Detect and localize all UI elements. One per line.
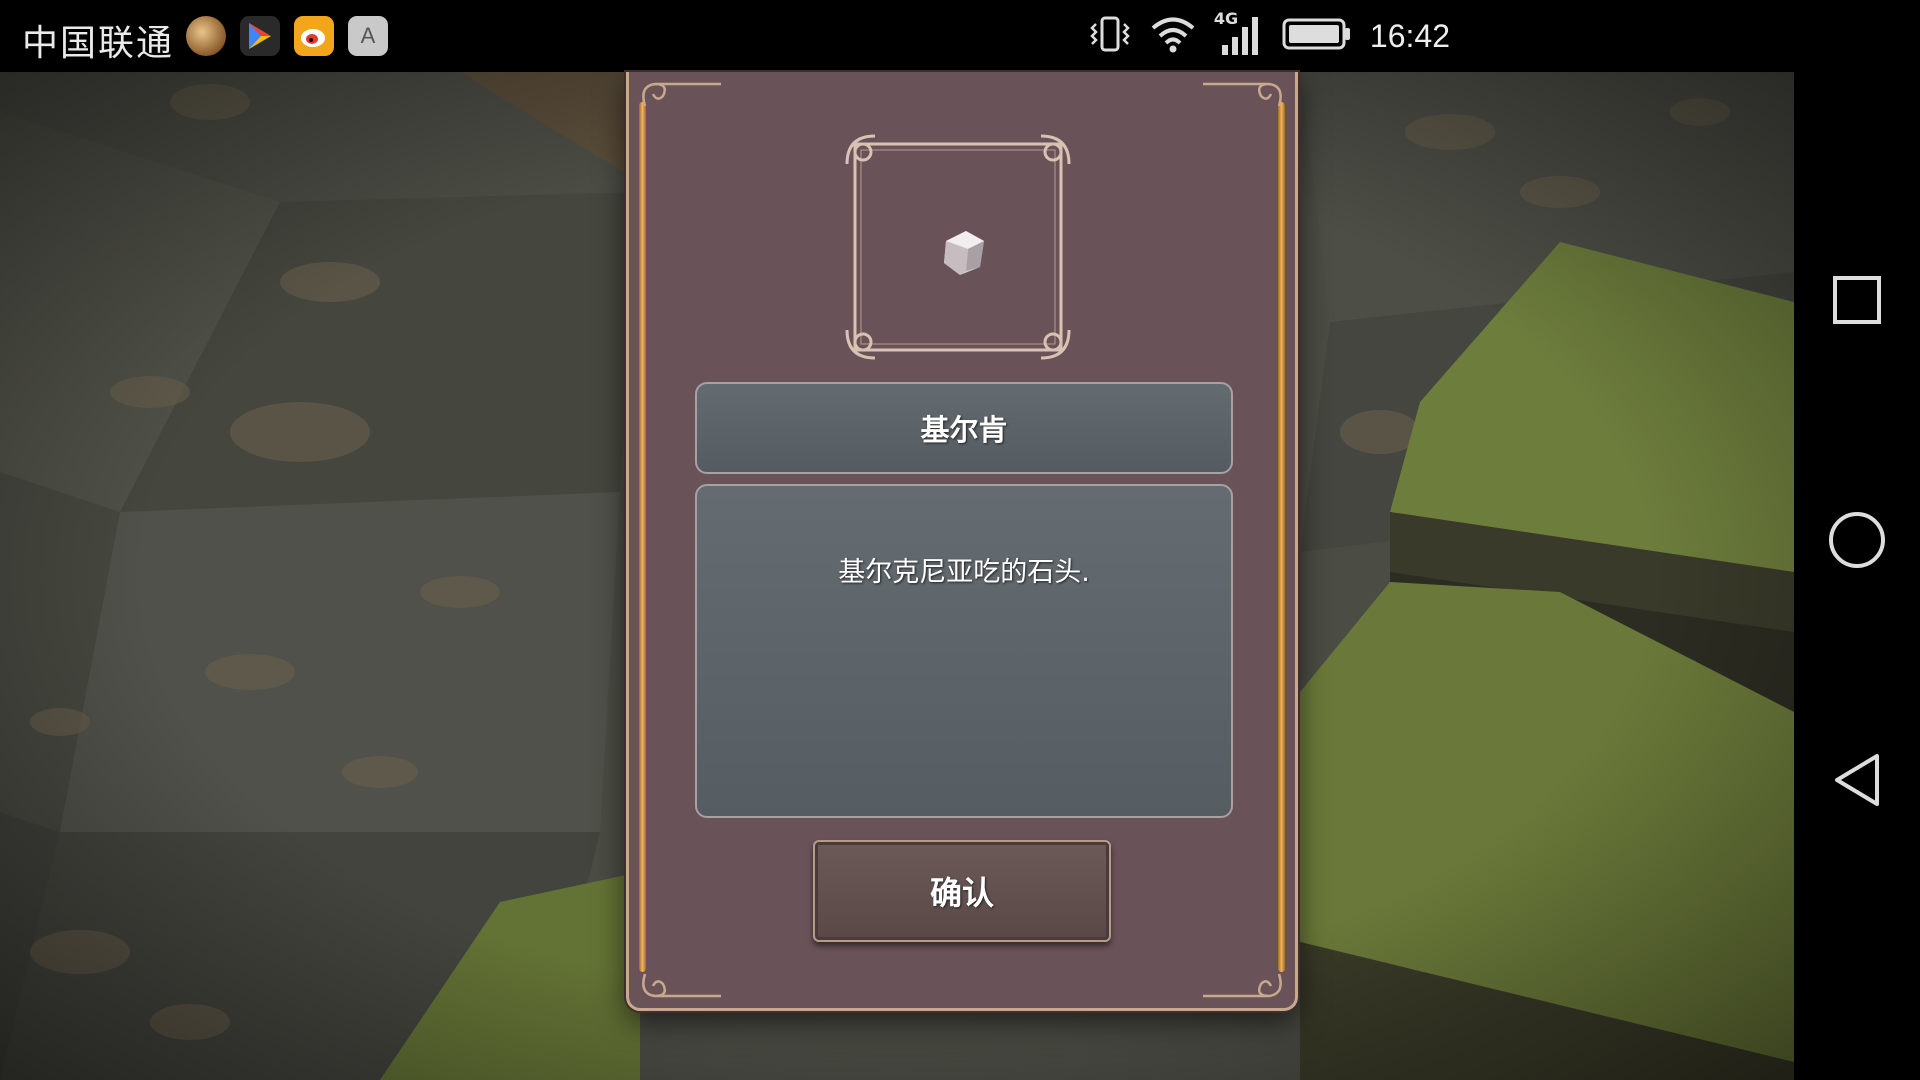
status-indicators: 4G 16:42 [1088,9,1450,62]
stone-icon [938,227,988,283]
font-app-icon: A [348,16,388,56]
item-info-dialog: 基尔肯 基尔克尼亚吃的石头. 确认 [626,72,1298,1011]
carrier-name: 中国联通 [22,23,175,64]
ornament-bottom-left [642,973,721,998]
item-name: 基尔肯 [920,413,1008,447]
left-gold-trim [639,102,646,972]
battery-icon [1282,17,1352,55]
vibrate-icon [1088,14,1132,58]
home-icon [1829,512,1885,568]
ornament-bottom-right [1203,973,1282,998]
wifi-icon [1150,15,1196,57]
cellular-signal-icon: 4G [1213,9,1264,61]
clock: 16:42 [1369,17,1450,54]
item-name-panel: 基尔肯 [695,382,1233,474]
navigation-bar [1794,0,1920,1080]
home-button[interactable] [1827,510,1887,570]
back-icon [1835,754,1879,806]
network-type-label: 4G [1213,9,1239,28]
weibo-icon [294,16,334,56]
status-bar: 中国联通 A 4G 16:42 [0,0,1920,72]
recent-apps-icon [1833,276,1881,324]
game-app-icon [186,16,226,56]
back-button[interactable] [1827,750,1887,810]
right-gold-trim [1278,102,1285,972]
ornament-top-left [642,82,721,107]
item-description: 基尔克尼亚吃的石头. [838,557,1090,588]
recent-apps-button[interactable] [1827,270,1887,330]
ornament-top-right [1203,82,1282,107]
confirm-button-label: 确认 [929,874,994,912]
confirm-button[interactable]: 确认 [813,840,1111,942]
item-preview-frame [845,134,1071,360]
play-store-icon [240,16,280,56]
item-description-panel: 基尔克尼亚吃的石头. [695,484,1233,818]
